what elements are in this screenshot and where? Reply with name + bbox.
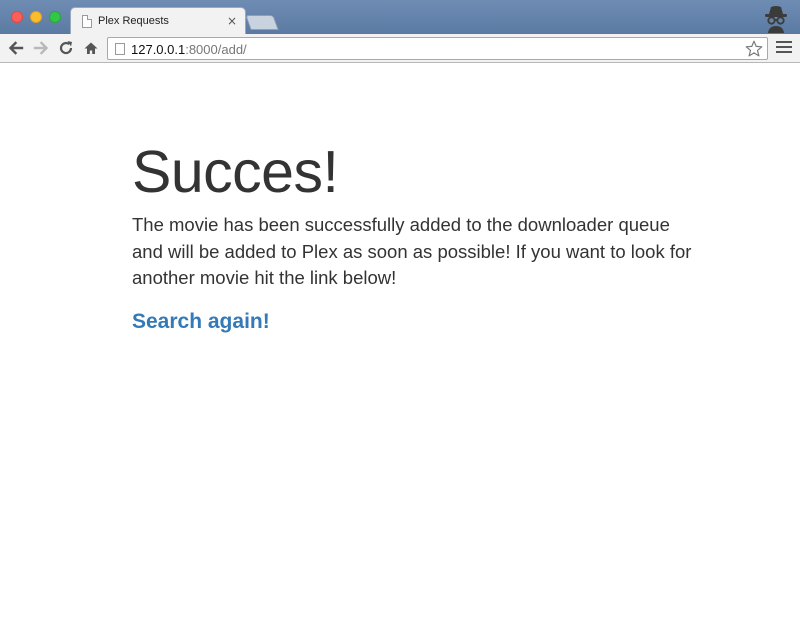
- browser-titlebar: Plex Requests ×: [0, 0, 800, 35]
- page-icon: [115, 43, 125, 55]
- arrow-left-icon[interactable]: [6, 38, 26, 58]
- url-path: :8000/add/: [185, 42, 247, 57]
- window-maximize-button[interactable]: [49, 11, 61, 23]
- page-content: Succes! The movie has been successfully …: [132, 138, 692, 334]
- arrow-right-icon[interactable]: [31, 38, 51, 58]
- new-tab-button[interactable]: [245, 15, 279, 30]
- tab-close-icon[interactable]: ×: [227, 14, 237, 28]
- incognito-icon: [760, 3, 792, 33]
- tab-title: Plex Requests: [98, 15, 169, 27]
- browser-tab[interactable]: Plex Requests ×: [70, 7, 246, 35]
- address-bar[interactable]: 127.0.0.1:8000/add/: [107, 37, 768, 60]
- search-again-link[interactable]: Search again!: [132, 310, 270, 334]
- page-icon: [82, 15, 92, 28]
- window-close-button[interactable]: [11, 11, 23, 23]
- url-host: 127.0.0.1: [131, 42, 186, 57]
- browser-toolbar: 127.0.0.1:8000/add/: [0, 34, 800, 63]
- home-icon[interactable]: [81, 38, 101, 58]
- reload-icon[interactable]: [56, 38, 76, 58]
- window-minimize-button[interactable]: [30, 11, 42, 23]
- success-message: The movie has been successfully added to…: [132, 214, 692, 288]
- page-title: Succes!: [132, 139, 339, 205]
- address-url[interactable]: 127.0.0.1:8000/add/: [131, 42, 247, 57]
- hamburger-menu-icon[interactable]: [776, 41, 792, 55]
- star-icon[interactable]: [744, 39, 764, 59]
